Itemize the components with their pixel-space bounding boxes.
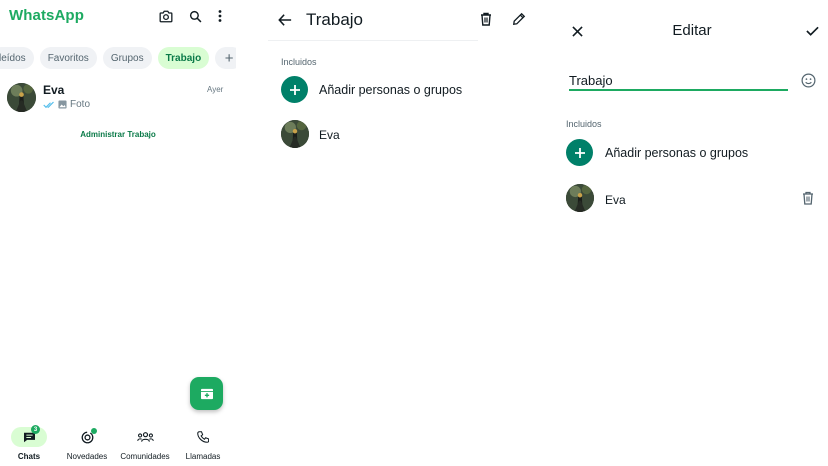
- section-label: Incluidos: [566, 119, 602, 129]
- nav-chats-pill: 3: [11, 425, 47, 447]
- camera-icon[interactable]: [158, 8, 174, 24]
- filter-chips: leídos Favoritos Grupos Trabajo +: [0, 47, 236, 69]
- header-divider: [268, 40, 478, 41]
- list-title: Trabajo: [306, 10, 364, 29]
- avatar: [281, 120, 309, 148]
- nav-calls-pill: [185, 427, 221, 447]
- nav-communities-label: Comunidades: [120, 452, 170, 461]
- confirm-check-icon[interactable]: [804, 23, 820, 39]
- add-list-button[interactable]: +: [215, 47, 236, 69]
- manage-list-link[interactable]: Administrar Trabajo: [0, 130, 236, 139]
- add-icon: [281, 76, 308, 103]
- app-title: WhatsApp: [9, 7, 84, 24]
- more-vertical-icon[interactable]: [213, 8, 227, 24]
- nav-chats-label: Chats: [17, 452, 41, 461]
- chat-preview-text: Foto: [70, 99, 91, 110]
- add-people-label: Añadir personas o grupos: [319, 83, 463, 97]
- delete-icon[interactable]: [479, 11, 493, 27]
- avatar[interactable]: [7, 83, 36, 112]
- chat-preview: Foto: [43, 99, 90, 110]
- nav-communities[interactable]: Comunidades: [115, 424, 175, 461]
- edit-title: Editar: [672, 22, 712, 39]
- list-detail-screen: Trabajo Incluidos Añadir personas o grup…: [268, 0, 550, 466]
- avatar: [566, 184, 594, 212]
- add-icon: [566, 139, 593, 166]
- nav-updates[interactable]: Novedades: [57, 424, 117, 461]
- back-arrow-icon[interactable]: [278, 11, 292, 29]
- delete-icon[interactable]: [801, 190, 815, 206]
- member-name: Eva: [319, 128, 340, 142]
- double-check-icon: [43, 101, 55, 109]
- updates-dot: [91, 428, 97, 434]
- nav-chats[interactable]: 3 Chats: [0, 424, 59, 461]
- nav-communities-pill: [127, 427, 163, 447]
- list-name-input[interactable]: [569, 71, 788, 91]
- new-chat-button[interactable]: [190, 377, 223, 410]
- chat-list-screen: WhatsApp leídos Favoritos Grupos Trabajo…: [0, 0, 236, 466]
- communities-icon: [136, 431, 154, 443]
- emoji-icon[interactable]: [799, 71, 817, 89]
- calls-icon: [197, 431, 209, 443]
- chats-badge: 3: [31, 425, 40, 434]
- search-icon[interactable]: [187, 8, 203, 24]
- image-icon: [58, 100, 67, 109]
- nav-calls-label: Llamadas: [185, 452, 221, 461]
- edit-pencil-icon[interactable]: [511, 11, 527, 27]
- new-chat-icon: [200, 388, 214, 400]
- section-label: Incluidos: [281, 57, 317, 67]
- chip-unread[interactable]: leídos: [0, 47, 34, 69]
- add-people-label: Añadir personas o grupos: [605, 146, 749, 160]
- nav-updates-label: Novedades: [66, 452, 108, 461]
- bottom-nav: 3 Chats Novedades Comunidades Llamadas: [0, 424, 236, 466]
- chip-groups[interactable]: Grupos: [102, 47, 152, 69]
- nav-updates-pill: [69, 427, 105, 447]
- chat-name: Eva: [43, 83, 65, 97]
- chat-time: Ayer: [207, 85, 224, 94]
- chip-favorites[interactable]: Favoritos: [39, 47, 97, 69]
- nav-calls[interactable]: Llamadas: [173, 424, 233, 461]
- member-name: Eva: [605, 193, 626, 207]
- chip-work[interactable]: Trabajo: [157, 47, 210, 69]
- edit-list-screen: Editar Incluidos Añadir personas o grupo…: [556, 0, 828, 466]
